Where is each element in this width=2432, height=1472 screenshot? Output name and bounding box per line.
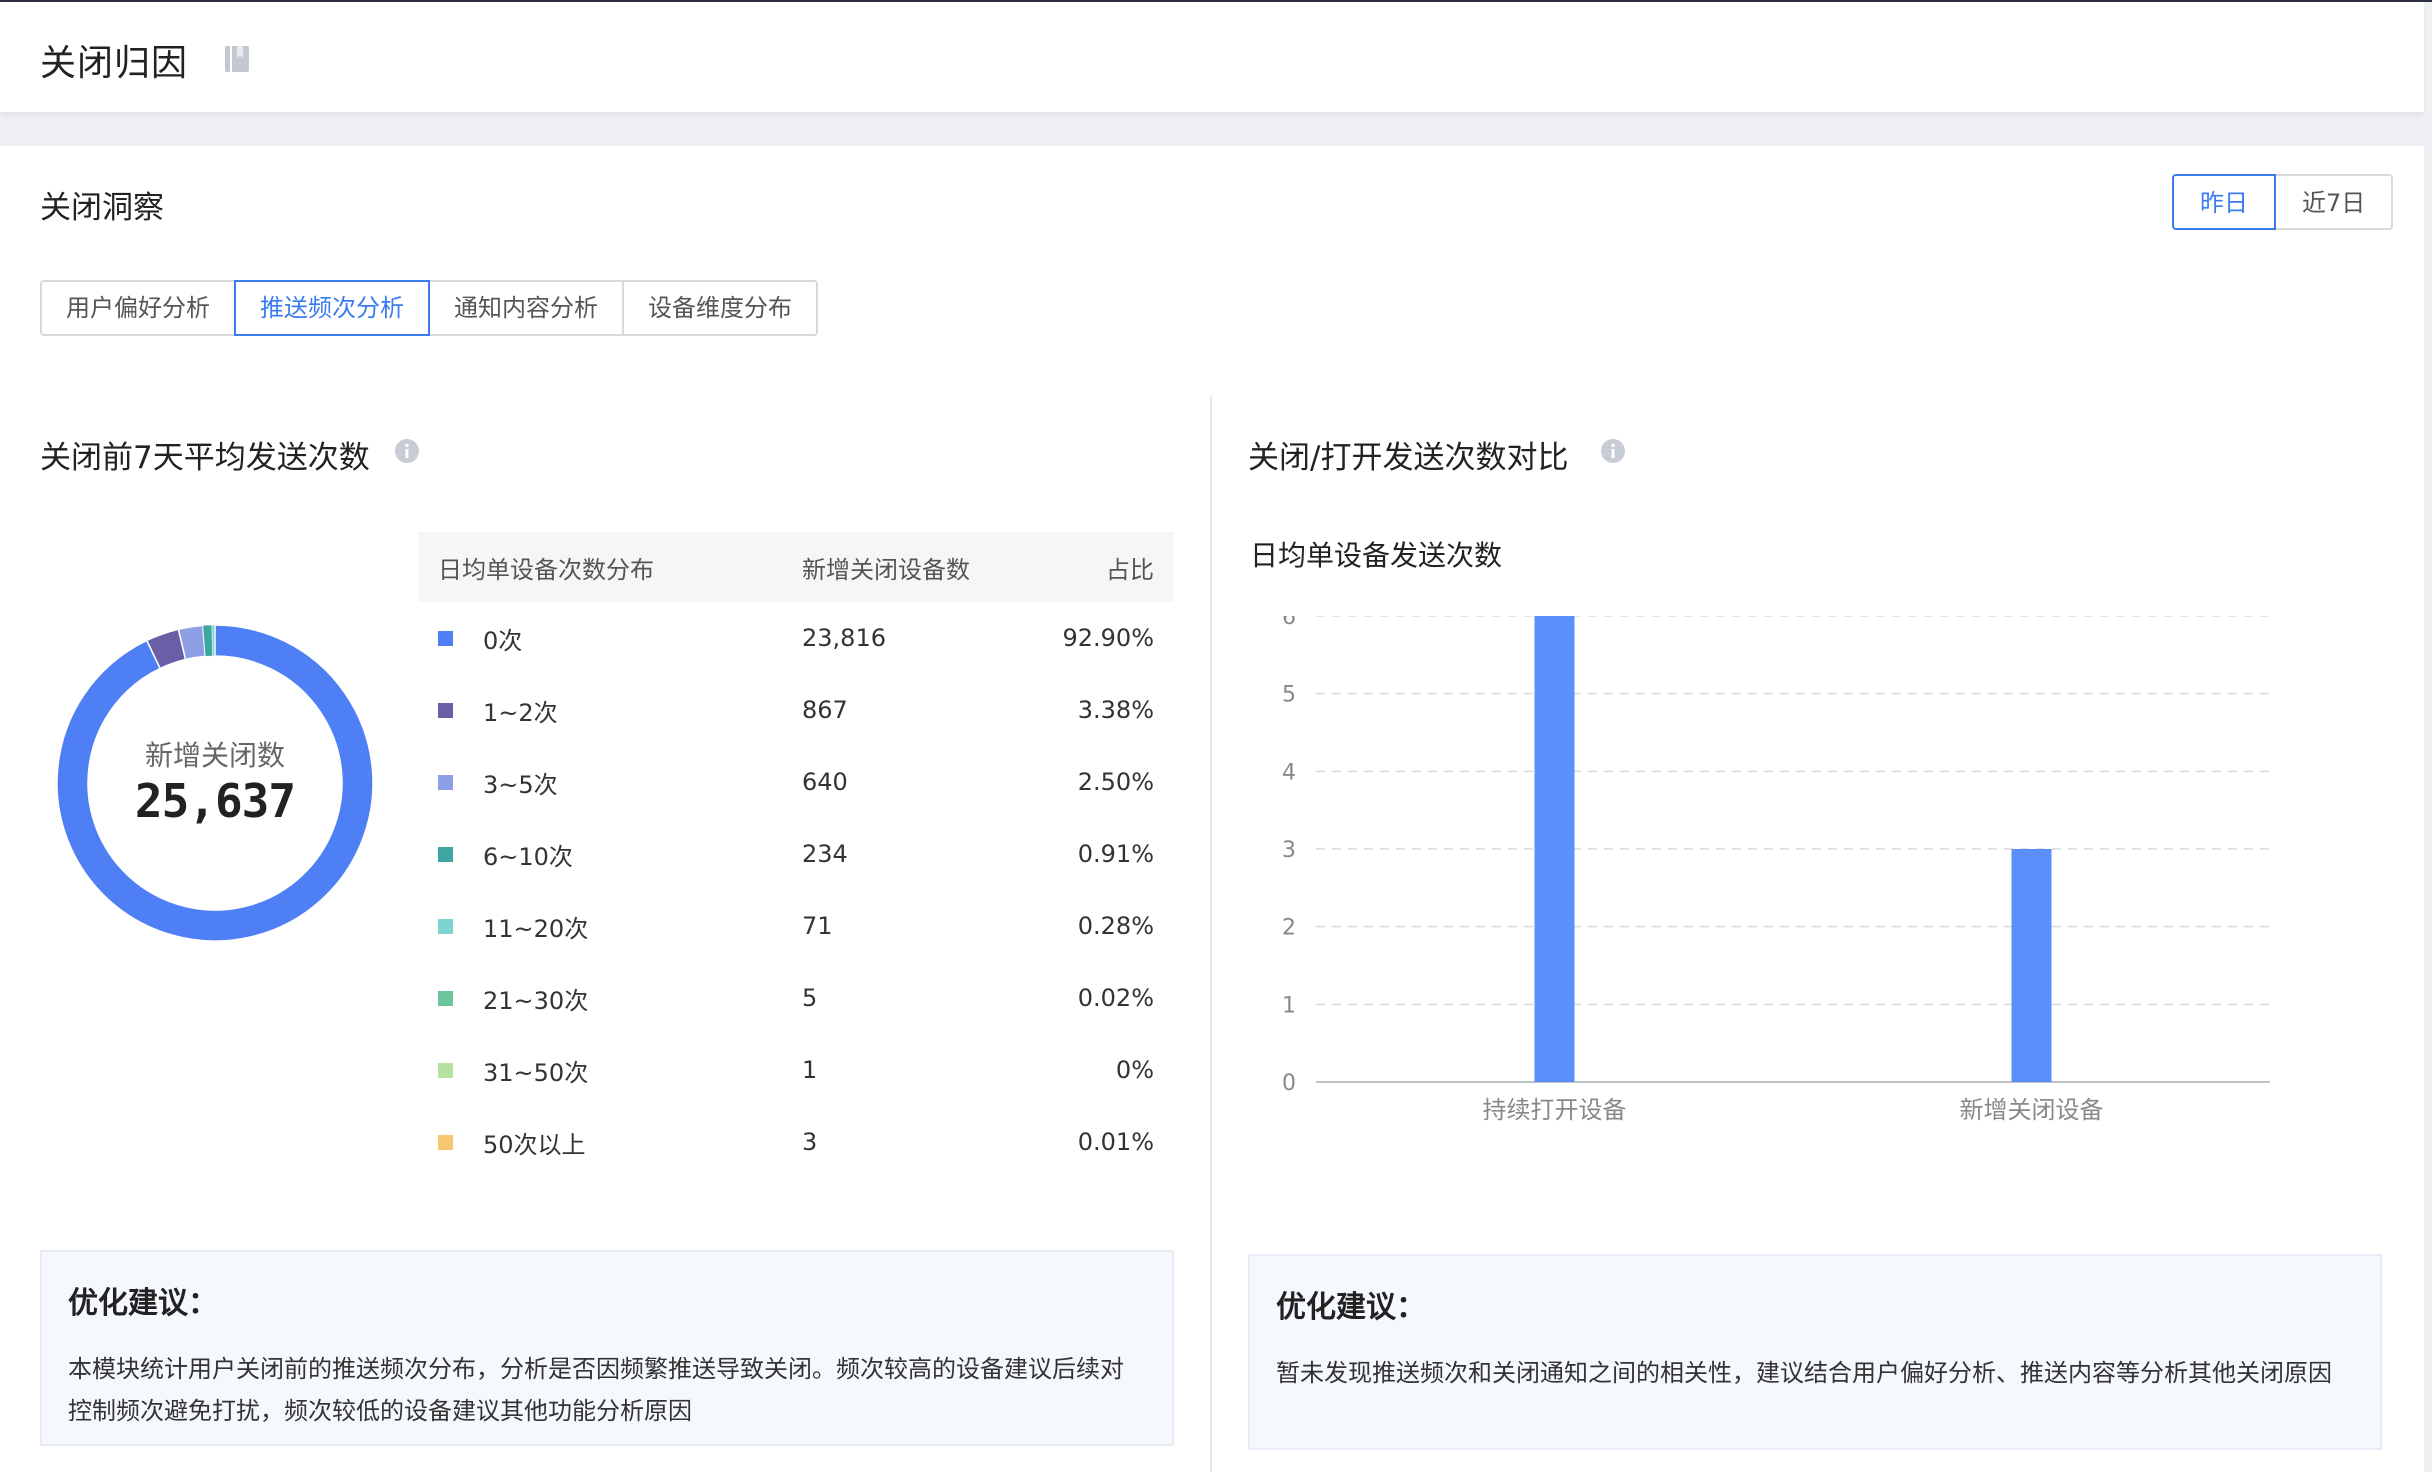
table-row: 31~50次 1 0% — [418, 1034, 1174, 1106]
row-ratio: 0.01% — [1077, 1128, 1154, 1156]
row-count: 1 — [802, 1056, 818, 1084]
legend-swatch — [438, 774, 453, 790]
left-card-title: 关闭前7天平均发送次数 — [40, 440, 370, 476]
y-tick-label: 3 — [1282, 838, 1296, 863]
right-card-title: 关闭/打开发送次数对比 — [1248, 440, 1569, 476]
info-icon[interactable] — [394, 438, 420, 464]
row-label-cell: 0次 — [438, 621, 802, 656]
row-ratio: 0.28% — [1077, 912, 1154, 940]
x-tick-label: 新增关闭设备 — [1960, 1096, 2104, 1124]
legend-swatch — [438, 990, 453, 1006]
row-label: 6~10次 — [483, 842, 573, 871]
page-title: 关闭归因 — [40, 43, 189, 84]
row-label-cell: 50次以上 — [438, 1125, 802, 1160]
row-label-cell: 6~10次 — [438, 837, 802, 872]
row-ratio: 0.91% — [1077, 840, 1154, 868]
row-label: 1~2次 — [483, 698, 558, 727]
row-label: 3~5次 — [483, 770, 558, 799]
legend-swatch — [438, 1134, 453, 1150]
donut-center-value: 25,637 — [134, 774, 296, 828]
date-range-switch: 昨日 近7日 — [2172, 174, 2394, 230]
row-label-cell: 31~50次 — [438, 1053, 802, 1088]
page-header: 关闭归因 — [0, 2, 2424, 112]
table-row: 3~5次 640 2.50% — [418, 746, 1174, 818]
tab-notification-content[interactable]: 通知内容分析 — [428, 280, 624, 336]
date-7days-button[interactable]: 近7日 — [2274, 174, 2394, 230]
analysis-tabs: 用户偏好分析 推送频次分析 通知内容分析 设备维度分布 — [40, 280, 818, 336]
y-tick-label: 6 — [1282, 616, 1296, 630]
chart-subtitle: 日均单设备发送次数 — [1250, 539, 1503, 572]
info-icon[interactable] — [1600, 438, 1626, 464]
legend-swatch — [438, 702, 453, 718]
section-title: 关闭洞察 — [40, 190, 164, 226]
row-count: 234 — [802, 840, 848, 868]
x-tick-label: 持续打开设备 — [1483, 1096, 1627, 1124]
legend-swatch — [438, 630, 453, 646]
book-icon[interactable] — [224, 44, 252, 74]
advice-title: 优化建议： — [68, 1286, 218, 1321]
advice-title: 优化建议： — [1276, 1290, 1426, 1325]
table-header: 日均单设备次数分布 新增关闭设备数 占比 — [418, 532, 1174, 602]
row-label: 50次以上 — [483, 1130, 586, 1159]
row-label: 11~20次 — [483, 914, 589, 943]
row-label: 21~30次 — [483, 986, 589, 1015]
row-ratio: 2.50% — [1077, 768, 1154, 796]
advice-text: 暂未发现推送频次和关闭通知之间的相关性，建议结合用户偏好分析、推送内容等分析其他… — [1276, 1359, 2332, 1387]
bar-chart: 0 1 2 3 4 5 6 持续打开设备 新增关闭设备 — [1282, 616, 2270, 1124]
legend-swatch — [438, 918, 453, 934]
row-count: 23,816 — [802, 624, 886, 652]
date-yesterday-button[interactable]: 昨日 — [2172, 174, 2276, 230]
header-ratio: 占比 — [1106, 555, 1154, 584]
table-row: 6~10次 234 0.91% — [418, 818, 1174, 890]
y-tick-label: 2 — [1282, 916, 1296, 941]
header-new-closed: 新增关闭设备数 — [802, 555, 970, 584]
row-label: 0次 — [483, 626, 523, 655]
advice-text: 本模块统计用户关闭前的推送频次分布，分析是否因频繁推送导致关闭。频次较高的设备建… — [68, 1355, 1124, 1425]
donut-center-label: 新增关闭数 — [144, 739, 285, 772]
distribution-table: 日均单设备次数分布 新增关闭设备数 占比 0次 23,816 92.90% 1~2次 8… — [418, 532, 1174, 1178]
left-advice-box: 优化建议： 本模块统计用户关闭前的推送频次分布，分析是否因频繁推送导致关闭。频次… — [40, 1250, 1174, 1446]
right-advice-box: 优化建议： 暂未发现推送频次和关闭通知之间的相关性，建议结合用户偏好分析、推送内… — [1248, 1254, 2382, 1450]
row-ratio: 3.38% — [1077, 696, 1154, 724]
y-tick-label: 1 — [1282, 993, 1296, 1018]
donut-slice-4[interactable] — [211, 624, 215, 657]
legend-swatch — [438, 846, 453, 862]
column-divider — [1210, 396, 1212, 1472]
tab-push-frequency[interactable]: 推送频次分析 — [234, 280, 430, 336]
table-row: 11~20次 71 0.28% — [418, 890, 1174, 962]
table-row: 21~30次 5 0.02% — [418, 962, 1174, 1034]
row-count: 640 — [802, 768, 848, 796]
row-label-cell: 21~30次 — [438, 981, 802, 1016]
row-ratio: 0.02% — [1077, 984, 1154, 1012]
row-count: 3 — [802, 1128, 818, 1156]
table-body: 0次 23,816 92.90% 1~2次 867 3.38% 3~5次 640 2.50% 6~… — [418, 602, 1174, 1178]
row-count: 71 — [802, 912, 833, 940]
row-label-cell: 3~5次 — [438, 765, 802, 800]
row-ratio: 92.90% — [1062, 624, 1154, 652]
row-count: 5 — [802, 984, 818, 1012]
tab-user-preference[interactable]: 用户偏好分析 — [40, 280, 236, 336]
header-distribution: 日均单设备次数分布 — [438, 555, 654, 584]
y-tick-label: 5 — [1282, 683, 1296, 708]
row-count: 867 — [802, 696, 848, 724]
row-label-cell: 1~2次 — [438, 693, 802, 728]
y-tick-label: 0 — [1282, 1071, 1296, 1096]
insight-panel: 关闭洞察 昨日 近7日 用户偏好分析 推送频次分析 通知内容分析 设备维度分布 … — [0, 146, 2424, 1472]
table-row: 50次以上 3 0.01% — [418, 1106, 1174, 1178]
y-tick-label: 4 — [1282, 760, 1296, 785]
legend-swatch — [438, 1062, 453, 1078]
row-label-cell: 11~20次 — [438, 909, 802, 944]
tab-device-distribution[interactable]: 设备维度分布 — [622, 280, 818, 336]
bar-0[interactable] — [1534, 616, 1575, 1082]
bar-1[interactable] — [2011, 849, 2052, 1082]
row-label: 31~50次 — [483, 1058, 589, 1087]
table-row: 0次 23,816 92.90% — [418, 602, 1174, 674]
table-row: 1~2次 867 3.38% — [418, 674, 1174, 746]
row-ratio: 0% — [1115, 1056, 1154, 1084]
